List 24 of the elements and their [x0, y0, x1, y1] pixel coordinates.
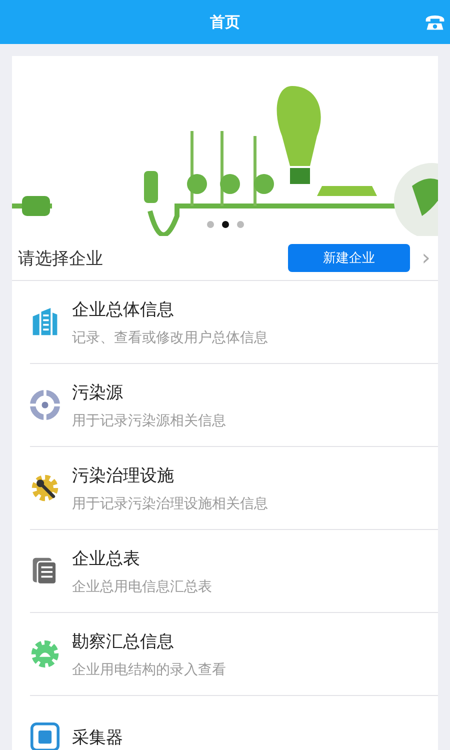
page-title: 首页 [210, 12, 240, 32]
building-icon [30, 307, 60, 337]
menu-item[interactable]: 污染源 用于记录污染源相关信息 [30, 364, 438, 447]
menu-item[interactable]: 企业总体信息 记录、查看或修改用户总体信息 [30, 281, 438, 364]
menu-title: 采集器 [72, 726, 123, 748]
menu-title: 污染治理设施 [72, 464, 175, 486]
menu-item[interactable]: 污染治理设施 用于记录污染治理设施相关信息 [30, 447, 438, 530]
menu-item[interactable]: 勘察汇总信息 企业用电结构的录入查看 [30, 613, 438, 696]
menu-subtitle: 用于记录污染治理设施相关信息 [72, 494, 268, 512]
menu-subtitle: 企业总用电信息汇总表 [72, 578, 212, 596]
menu-subtitle: 记录、查看或修改用户总体信息 [72, 328, 268, 346]
menu-item[interactable]: 企业总表 企业总用电信息汇总表 [30, 530, 438, 613]
new-company-button[interactable]: 新建企业 [288, 244, 410, 272]
menu-title: 污染源 [72, 382, 124, 404]
menu-title: 企业总表 [72, 548, 141, 570]
company-select-label[interactable]: 请选择企业 [18, 246, 288, 270]
gear-wrench-icon [30, 473, 60, 503]
menu-subtitle: 企业用电结构的录入查看 [72, 660, 226, 678]
menu-title: 勘察汇总信息 [72, 630, 175, 652]
target-icon [30, 390, 60, 420]
menu-title: 企业总体信息 [72, 298, 175, 320]
menu-item[interactable]: 采集器 [30, 696, 438, 750]
gear-icon [30, 639, 60, 669]
menu-subtitle: 用于记录污染源相关信息 [72, 412, 226, 430]
